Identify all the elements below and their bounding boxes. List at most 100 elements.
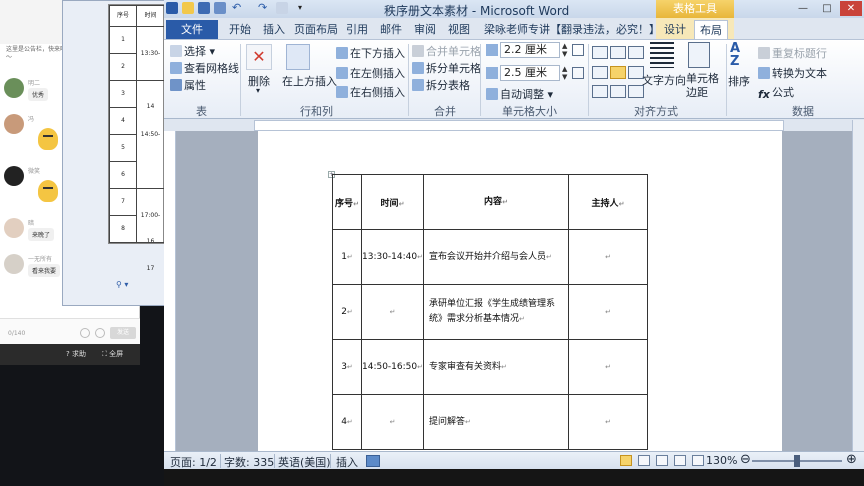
- repeat-header-button[interactable]: 重复标题行: [758, 45, 827, 61]
- formula-button[interactable]: fx 公式: [758, 84, 794, 101]
- merge-cells-button[interactable]: 合并单元格: [412, 43, 481, 59]
- horizontal-ruler[interactable]: [254, 120, 784, 131]
- align-bottom-center-icon[interactable]: [610, 85, 626, 98]
- chat-text: 来晚了: [28, 228, 55, 241]
- zoom-level[interactable]: 130%: [706, 454, 737, 467]
- text-direction-button[interactable]: 文字方向: [642, 72, 686, 88]
- cell-margins-button[interactable]: 单元格边距: [686, 72, 720, 100]
- full-screen-reading-icon[interactable]: [638, 455, 650, 466]
- undo-icon[interactable]: ↶: [232, 2, 244, 14]
- insert-right-button[interactable]: 在右侧插入: [336, 84, 405, 100]
- cell-number[interactable]: 3↵: [332, 339, 362, 395]
- distribute-rows-icon[interactable]: [572, 44, 584, 56]
- cell-host[interactable]: ↵: [568, 339, 648, 395]
- cell-number[interactable]: 4↵: [332, 394, 362, 450]
- macro-record-icon[interactable]: [366, 455, 380, 467]
- customize-qat-icon[interactable]: ▾: [298, 2, 310, 14]
- autofit-button[interactable]: 自动调整 ▾: [486, 86, 553, 102]
- cell-number[interactable]: 1↵: [332, 229, 362, 285]
- cell-time[interactable]: 14:50-16:50↵: [361, 339, 424, 395]
- close-button[interactable]: ✕: [840, 1, 862, 16]
- maximize-button[interactable]: □: [816, 1, 838, 16]
- split-cells-button[interactable]: 拆分单元格: [412, 60, 481, 76]
- insert-mode-indicator[interactable]: 插入: [336, 454, 358, 470]
- split-table-button[interactable]: 拆分表格: [412, 77, 470, 93]
- tab-references[interactable]: 引用: [344, 20, 370, 39]
- zoom-slider-thumb[interactable]: [794, 455, 800, 467]
- gridlines-button[interactable]: 查看网格线: [170, 60, 239, 76]
- send-button[interactable]: 发送: [110, 327, 136, 339]
- background-document: 序号 时间 1 2 3 4 5 6 7 8 13:30-14 14:50-16 …: [108, 4, 165, 272]
- align-middle-center-icon[interactable]: [610, 66, 626, 79]
- print-layout-icon[interactable]: [620, 455, 632, 466]
- outline-icon[interactable]: [674, 455, 686, 466]
- help-button[interactable]: ? 求助: [66, 349, 86, 359]
- cell-host[interactable]: ↵: [568, 284, 648, 340]
- row-height-input[interactable]: 2.2 厘米: [500, 42, 560, 58]
- tab-design[interactable]: 设计: [660, 20, 690, 39]
- tab-page-layout[interactable]: 页面布局: [292, 20, 340, 39]
- draft-icon[interactable]: [692, 455, 704, 466]
- sort-button[interactable]: 排序: [728, 73, 750, 89]
- select-button[interactable]: 选择 ▾: [170, 43, 215, 59]
- cell-content[interactable]: 承研单位汇报《学生成绩管理系统》需求分析基本情况↵: [423, 284, 569, 340]
- tab-layout[interactable]: 布局: [694, 20, 728, 39]
- insert-below-button[interactable]: 在下方插入: [336, 45, 405, 61]
- tab-view[interactable]: 视图: [446, 20, 472, 39]
- align-top-left-icon[interactable]: [592, 46, 608, 59]
- align-bottom-left-icon[interactable]: [592, 85, 608, 98]
- distribute-columns-icon[interactable]: [572, 67, 584, 79]
- page-indicator[interactable]: 页面: 1/2: [170, 454, 217, 470]
- table-tools-label: 表格工具: [656, 0, 734, 18]
- tab-review[interactable]: 审阅: [412, 20, 438, 39]
- cell-host[interactable]: ↵: [568, 394, 648, 450]
- tab-insert[interactable]: 插入: [258, 20, 290, 39]
- convert-to-text-button[interactable]: 转换为文本: [758, 65, 827, 81]
- image-icon[interactable]: [95, 328, 105, 338]
- zoom-out-button[interactable]: ⊖: [740, 452, 751, 467]
- align-top-center-icon[interactable]: [610, 46, 626, 59]
- document-page[interactable]: + 序号↵ 时间↵ 内容↵ 主持人↵ 1↵ 13:30-14:40↵ 宣布会议开…: [258, 131, 782, 451]
- tab-custom[interactable]: 梁咏老师专讲【翻录违法，必究！】: [484, 20, 660, 39]
- tab-mailings[interactable]: 邮件: [378, 20, 404, 39]
- fullscreen-button[interactable]: ⛶ 全屏: [102, 349, 123, 359]
- cell-host[interactable]: ↵: [568, 229, 648, 285]
- header-cell[interactable]: 内容↵: [423, 174, 569, 230]
- redo-icon[interactable]: ↷: [258, 2, 270, 14]
- cell-number[interactable]: 2↵: [332, 284, 362, 340]
- zoom-icon[interactable]: ⚲ ▾: [116, 280, 160, 294]
- tab-home[interactable]: 开始: [224, 20, 256, 39]
- cell-content[interactable]: 专家审查有关资料↵: [423, 339, 569, 395]
- schedule-table[interactable]: 序号↵ 时间↵ 内容↵ 主持人↵ 1↵ 13:30-14:40↵ 宣布会议开始并…: [332, 174, 648, 450]
- header-cell[interactable]: 主持人↵: [568, 174, 648, 230]
- insert-left-button[interactable]: 在左侧插入: [336, 65, 405, 81]
- minimize-button[interactable]: —: [792, 1, 814, 16]
- cell-time[interactable]: ↵: [361, 284, 424, 340]
- properties-button[interactable]: 属性: [170, 77, 206, 93]
- align-middle-left-icon[interactable]: [592, 66, 608, 79]
- align-top-right-icon[interactable]: [628, 46, 644, 59]
- quick-print-icon[interactable]: [214, 2, 226, 14]
- row-height-spinner[interactable]: ▲ ▼: [562, 42, 567, 58]
- cell-content[interactable]: 宣布会议开始并介绍与会人员↵: [423, 229, 569, 285]
- word-count[interactable]: 字数: 335: [224, 454, 274, 470]
- column-width-input[interactable]: 2.5 厘米: [500, 65, 560, 81]
- vertical-scrollbar[interactable]: [852, 120, 864, 452]
- save-icon[interactable]: [198, 2, 210, 14]
- cell-time[interactable]: 13:30-14:40↵: [361, 229, 424, 285]
- column-width-spinner[interactable]: ▲ ▼: [562, 65, 567, 81]
- cell-content[interactable]: 提问解答↵: [423, 394, 569, 450]
- zoom-in-button[interactable]: ⊕: [846, 452, 857, 467]
- language-indicator[interactable]: 英语(美国): [278, 454, 331, 470]
- table-icon[interactable]: [276, 2, 288, 14]
- delete-dropdown-icon[interactable]: ▾: [256, 86, 260, 95]
- insert-above-button[interactable]: 在上方插入: [282, 73, 337, 89]
- header-cell[interactable]: 时间↵: [361, 174, 424, 230]
- emoji-icon[interactable]: [80, 328, 90, 338]
- vertical-ruler[interactable]: [164, 131, 176, 451]
- cell-time[interactable]: ↵: [361, 394, 424, 450]
- web-layout-icon[interactable]: [656, 455, 668, 466]
- tab-file[interactable]: 文件: [166, 20, 218, 39]
- open-icon[interactable]: [182, 2, 194, 14]
- header-cell[interactable]: 序号↵: [332, 174, 362, 230]
